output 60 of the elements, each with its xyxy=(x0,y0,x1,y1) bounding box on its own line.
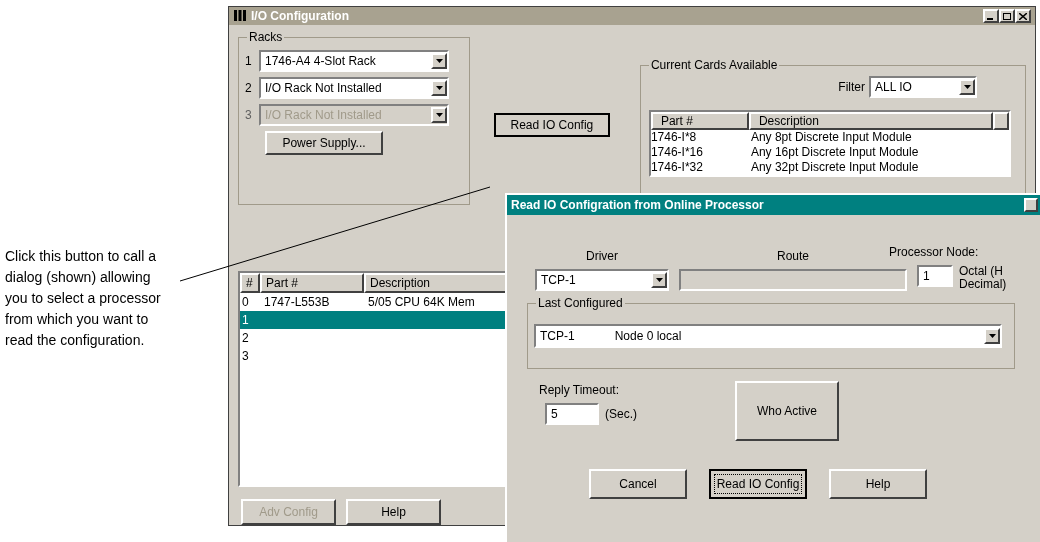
table-cell: Any 32pt Discrete Input Module xyxy=(750,160,919,176)
last-configured-dropdown[interactable]: TCP-1 Node 0 local xyxy=(534,324,1002,348)
table-row[interactable]: 3 xyxy=(240,347,508,366)
route-label: Route xyxy=(777,248,809,265)
table-cell-text: 2 xyxy=(241,330,250,348)
node-format-label: Octal (H xyxy=(959,265,1004,278)
dropdown[interactable]: TCP-1 xyxy=(535,269,669,291)
timeout-field[interactable]: 5 xyxy=(545,403,599,425)
table-cell-text: 1746-I*32 xyxy=(650,160,704,176)
dialog-button[interactable]: Cancel xyxy=(589,469,687,499)
window-title: I/O Configuration xyxy=(251,8,350,26)
column-header[interactable]: Part # xyxy=(260,273,364,294)
rack-number: 2 xyxy=(245,80,253,98)
timeout-unit: (Sec.) xyxy=(605,406,637,423)
table-cell-text: 1747-L553B xyxy=(263,294,331,312)
column-header[interactable]: Part # xyxy=(650,112,749,131)
column-header[interactable]: # xyxy=(240,273,260,294)
group-label: Last Configured xyxy=(536,296,625,310)
dialog-button[interactable]: Read IO Config xyxy=(709,469,807,499)
node-format-label: Decimal) xyxy=(959,278,1007,291)
dropdown[interactable]: I/O Rack Not Installed xyxy=(259,77,449,100)
table-row[interactable]: 1 xyxy=(240,311,508,330)
filter-label: Filter xyxy=(838,79,865,97)
table-cell-text: 5/05 CPU 64K Mem xyxy=(367,294,476,312)
annotation-text: Click this button to call a dialog (shown) allowing you to select a processor from which you want to read the configuration. xyxy=(5,247,162,350)
table-row[interactable]: 2 xyxy=(240,329,508,348)
close-button[interactable] xyxy=(1024,198,1038,212)
node-label: Processor Node: xyxy=(889,244,979,261)
close-button[interactable] xyxy=(1015,9,1031,24)
node-text: Node 0 local xyxy=(614,328,682,345)
table-cell-text: 1746-I*8 xyxy=(650,130,698,146)
dialog-button[interactable]: Help xyxy=(829,469,927,499)
column-header[interactable]: Description xyxy=(364,273,508,294)
column-header[interactable]: Description xyxy=(748,112,993,131)
route-field[interactable] xyxy=(679,269,907,291)
table-cell-text: 1746-I*16 xyxy=(650,145,704,161)
power-supply-button[interactable]: Power Supply... xyxy=(265,131,383,156)
table-cell-text: 1 xyxy=(241,312,250,330)
maximize-icon xyxy=(1003,12,1011,20)
rack-number: 1 xyxy=(245,53,253,71)
node-field[interactable]: 1 xyxy=(917,265,953,287)
app-icon xyxy=(233,9,247,24)
close-icon xyxy=(1019,12,1027,20)
driver-label: Driver xyxy=(586,248,618,265)
table-row[interactable]: 0 1747-L553B 5/05 CPU 64K Mem xyxy=(240,293,508,312)
driver-text: TCP-1 xyxy=(540,328,575,345)
table-cell-text: 0 xyxy=(241,294,250,312)
timeout-label: Reply Timeout: xyxy=(539,382,621,399)
dialog-title: Read IO Configration from Online Processor xyxy=(511,197,765,214)
table-cell: Any 16pt Discrete Input Module xyxy=(750,145,919,161)
dropdown[interactable]: ALL IO xyxy=(869,76,977,99)
rack-number: 3 xyxy=(245,107,253,125)
window-button[interactable]: Help xyxy=(346,499,441,525)
dropdown[interactable]: 1746-A4 4-Slot Rack xyxy=(259,50,449,73)
table-cell-text: 3 xyxy=(241,348,250,366)
table-cell: Any 8pt Discrete Input Module xyxy=(750,130,912,146)
minimize-button[interactable] xyxy=(983,9,999,24)
maximize-button[interactable] xyxy=(999,9,1015,24)
who-active-button[interactable]: Who Active xyxy=(735,381,839,441)
read-config-button[interactable]: Read IO Config xyxy=(493,113,610,138)
